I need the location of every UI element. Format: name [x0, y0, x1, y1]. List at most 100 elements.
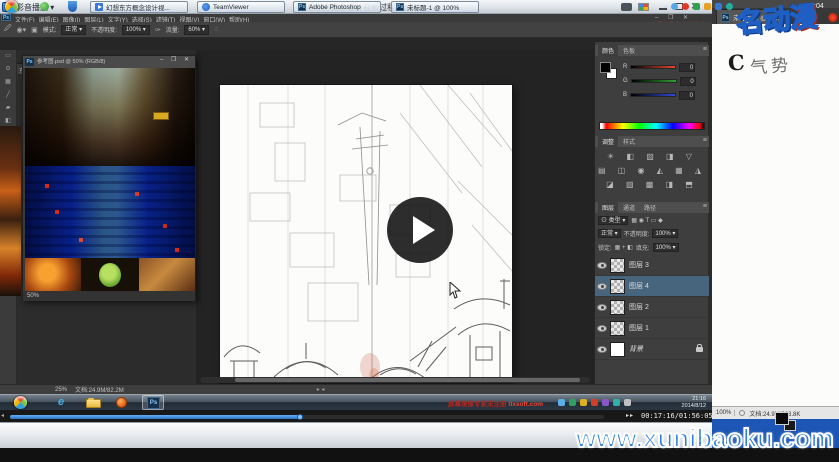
canvas-horizontal-scrollbar[interactable]	[200, 377, 590, 383]
layer-row-background: 背景	[595, 339, 709, 360]
channel-row-r: R 0	[623, 62, 707, 72]
ps2-zoom-level: 100%	[716, 410, 735, 416]
fast-forward-icon[interactable]: ▸▸	[626, 412, 634, 419]
layer-visibility-icon	[598, 305, 606, 310]
player-progress-row: ◂ ▸▸ 00:17:16/01:56:05	[0, 410, 712, 422]
photoshop-icon: Ps	[298, 3, 306, 11]
blend-mode-select: 正常 ▾	[598, 229, 621, 238]
red-slider	[630, 65, 676, 69]
green-value: 0	[680, 77, 696, 86]
ps2-canvas[interactable]: C 气势	[712, 24, 839, 406]
layer-row-selected: 图层 4	[595, 276, 709, 297]
opacity-label: 不透明度:	[624, 229, 650, 238]
color-panel-tabs: 颜色 色板 ≡	[595, 45, 709, 56]
background-photo-fragment	[0, 126, 21, 296]
canvas-note-letter: C	[727, 49, 745, 75]
lock-icon	[696, 347, 703, 352]
video-taskbar: e Ps 屏幕录像专家未注册 tlxsoft.com	[0, 394, 712, 410]
chat-icon[interactable]	[621, 3, 632, 11]
tray-icon[interactable]	[715, 3, 722, 10]
layer-thumbnail	[610, 300, 625, 315]
timer-icon	[739, 410, 745, 416]
tray-icon	[569, 399, 576, 406]
taskbar-button-teamviewer[interactable]: TeamViewer	[197, 1, 285, 13]
site-watermark: www.xunibaoku.com	[576, 423, 834, 454]
start-button[interactable]	[5, 0, 18, 13]
adjustment-icons-row1: ☀ ◧ ▨ ◨ ▽	[595, 152, 709, 161]
pressure-icon: ◌	[214, 26, 218, 33]
tray-icon	[591, 399, 598, 406]
color-spectrum-bar	[599, 122, 705, 130]
color-settings-icon[interactable]	[638, 3, 649, 11]
foreground-color-swatch	[600, 62, 611, 73]
flow-label: 流量:	[166, 25, 180, 34]
play-button[interactable]	[387, 197, 453, 263]
photoshop-icon: Ps	[1, 14, 11, 21]
foreground-background-swatches	[600, 62, 618, 80]
tray-icon[interactable]	[704, 3, 711, 10]
start-orb-icon	[14, 396, 27, 409]
system-tray[interactable]: ▴	[664, 3, 733, 10]
tray-icon[interactable]	[671, 3, 678, 10]
flow-select: 60% ▾	[184, 25, 209, 35]
reference-window-controls: – ❐ ✕	[160, 56, 192, 63]
channel-row-b: B 0	[623, 90, 707, 100]
lock-icons: ▦ + ◧	[615, 244, 633, 251]
ie-icon: e	[58, 396, 64, 408]
security-shield-icon[interactable]	[68, 1, 77, 12]
ps-zoom-level: 25%	[55, 387, 67, 393]
layer-opacity-select: 100% ▾	[652, 229, 678, 238]
layer-row: 图层 3	[595, 255, 709, 276]
tray-icon	[580, 399, 587, 406]
green-slider	[631, 79, 677, 83]
tray-icon[interactable]	[693, 3, 700, 10]
tray-icon	[624, 399, 631, 406]
fill-label: 填充:	[636, 243, 650, 252]
channel-row-g: G 0	[623, 76, 707, 86]
seek-handle[interactable]	[297, 414, 303, 420]
progress-start-marker: ◂	[1, 412, 4, 419]
brush-preset-icon: ◉▾	[16, 26, 26, 34]
screen: 影音播放 ▾ 幻想东方概念设计视频过程.mp4 ✕ Ps 文件(F) 编辑(E)…	[0, 0, 839, 462]
red-value: 0	[679, 63, 695, 72]
layer-visibility-icon	[598, 284, 606, 289]
taskbar-button-untitled[interactable]: Ps 未标题-1 @ 100%	[391, 1, 479, 13]
neon-signs	[45, 184, 49, 188]
taskbar-button-photoshop[interactable]: Ps Adobe Photoshop	[293, 1, 381, 13]
layer-thumbnail	[610, 279, 625, 294]
reference-image-window: 参考图.psd @ 50% (RGB/8) Ps – ❐ ✕ 50%	[22, 55, 196, 300]
photoshop-desktop-window: Ps 未标题-1 @ 10... C 气势 100% 文档:24.9M/383.…	[712, 0, 839, 419]
ps-right-panels: 颜色 色板 ≡ R 0 G 0	[594, 42, 708, 386]
tab-swatches: 色板	[619, 45, 639, 56]
filter-icons: ▦ ◉ T ▭ ◆	[631, 217, 662, 224]
layer-thumbnail	[610, 321, 625, 336]
photoshop-icon: Ps	[25, 58, 34, 66]
opacity-select: 100% ▾	[122, 25, 150, 35]
tab-styles: 样式	[619, 136, 639, 147]
photoshop-icon: Ps	[721, 13, 730, 22]
taskbar-button-player[interactable]: 幻想东方概念设计视...	[90, 1, 188, 13]
mode-label: 模式:	[43, 25, 57, 34]
video-content[interactable]: Ps 文件(F) 编辑(E) 图像(I) 图层(L) 文字(Y) 选择(S) 滤…	[0, 14, 712, 410]
status-arrows: ▸ ◂	[317, 386, 325, 393]
layers-lock-row: 锁定: ▦ + ◧ 填充: 100% ▾	[598, 242, 706, 252]
brush-tool-icon: 🖉	[4, 24, 11, 35]
layer-thumbnail	[610, 258, 625, 273]
scrollbar-thumb[interactable]	[235, 378, 580, 382]
tab-adjustments: 调整	[598, 136, 618, 147]
photoshop-icon: Ps	[396, 3, 404, 11]
tray-icon[interactable]	[726, 3, 733, 10]
mode-select: 正常 ▾	[61, 25, 86, 35]
adjustment-icons-row3: ◪ ▧ ▩ ◨ ⬒	[595, 180, 709, 189]
tray-icon[interactable]	[682, 3, 689, 10]
video-system-tray	[558, 399, 631, 406]
reference-photo-character	[81, 258, 139, 291]
media-player-icon	[116, 397, 127, 408]
layer-fill-select: 100% ▾	[653, 243, 679, 252]
tray-chevron-icon[interactable]: ▴	[664, 3, 667, 10]
teamviewer-icon	[202, 3, 210, 11]
time-display: 00:17:16/01:56:05	[641, 412, 709, 420]
ps-statusbar: 25% 文档:24.9M/82.2M ▸ ◂	[0, 384, 712, 394]
antivirus-tray-icon[interactable]	[40, 2, 49, 11]
seek-bar[interactable]	[10, 415, 604, 419]
